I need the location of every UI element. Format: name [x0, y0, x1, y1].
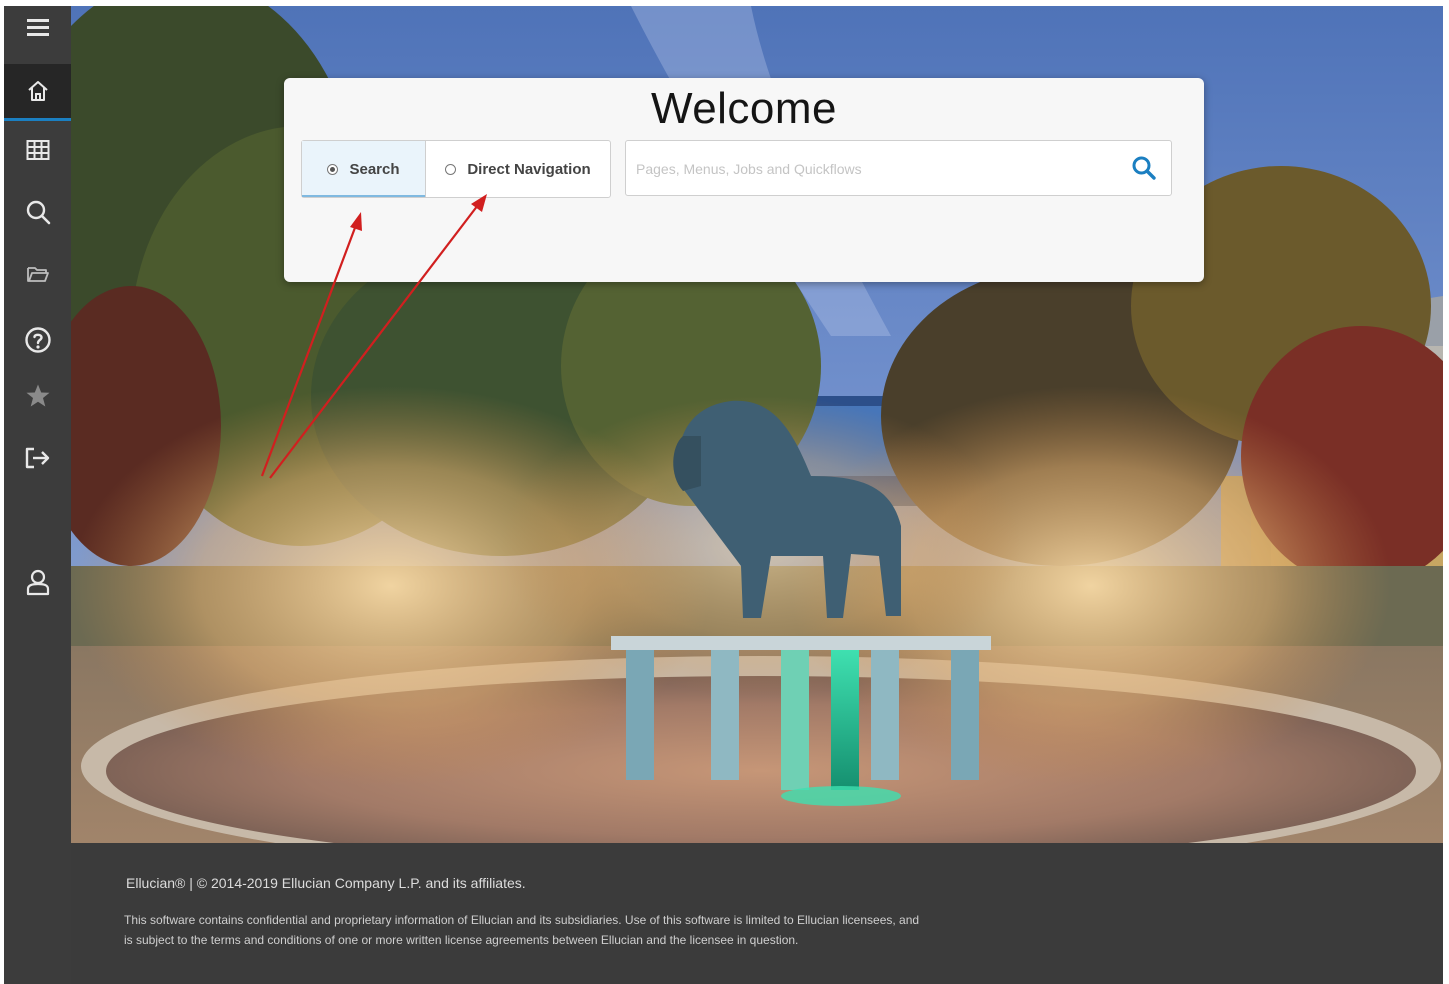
favorites-button[interactable] — [4, 374, 71, 418]
home-icon — [27, 81, 48, 101]
search-box — [625, 140, 1172, 197]
welcome-title: Welcome — [650, 84, 838, 133]
direct-navigation-option[interactable]: Direct Navigation — [426, 141, 610, 197]
search-input[interactable] — [634, 141, 1118, 197]
hamburger-menu-icon — [26, 19, 49, 36]
search-mode-label: Search — [349, 160, 400, 178]
search-icon — [26, 200, 50, 225]
copyright-text: Ellucian® | © 2014-2019 Ellucian Company… — [126, 875, 526, 891]
sign-out-button[interactable] — [4, 436, 71, 480]
applications-button[interactable] — [4, 128, 71, 172]
welcome-card: Welcome Search Direct Navigation — [284, 78, 1204, 282]
grid-icon — [26, 140, 49, 160]
disclaimer-text: This software contains confidential and … — [124, 913, 920, 947]
user-profile-button[interactable] — [4, 560, 71, 604]
search-icon[interactable] — [1131, 155, 1157, 181]
footer: Ellucian® | © 2014-2019 Ellucian Company… — [71, 843, 1443, 984]
recently-opened-button[interactable] — [4, 252, 71, 296]
sidebar — [4, 6, 71, 984]
hamburger-menu-button[interactable] — [4, 6, 71, 50]
direct-navigation-radio[interactable] — [445, 163, 457, 175]
home-button[interactable] — [4, 64, 71, 121]
search-button[interactable] — [4, 190, 71, 234]
help-button[interactable] — [4, 318, 71, 362]
sign-out-icon — [25, 447, 49, 469]
search-mode-option[interactable]: Search — [302, 141, 426, 197]
star-icon — [26, 384, 49, 407]
folder-icon — [26, 267, 49, 282]
direct-navigation-label: Direct Navigation — [467, 160, 591, 178]
search-mode-toggle: Search Direct Navigation — [301, 140, 611, 198]
user-icon — [26, 569, 49, 596]
search-radio[interactable] — [327, 163, 339, 175]
help-icon — [24, 327, 51, 353]
